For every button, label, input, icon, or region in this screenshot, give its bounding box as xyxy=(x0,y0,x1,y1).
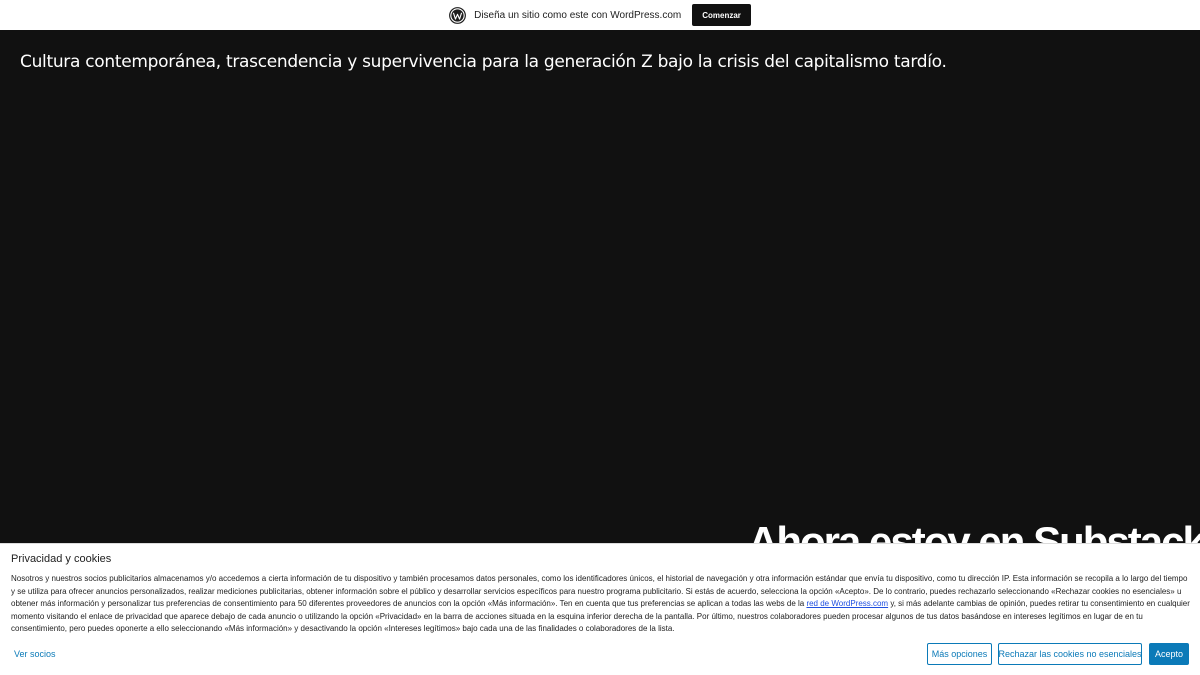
site-tagline: Cultura contemporánea, trascendencia y s… xyxy=(20,52,947,72)
wordpress-promo-bar: Diseña un sitio como este con WordPress.… xyxy=(0,0,1200,30)
accept-button[interactable]: Acepto xyxy=(1149,643,1189,665)
cookie-banner-text: Nosotros y nuestros socios publicitarios… xyxy=(11,573,1191,636)
reject-cookies-button[interactable]: Rechazar las cookies no esenciales xyxy=(998,643,1142,665)
promo-text: Diseña un sitio como este con WordPress.… xyxy=(474,9,682,21)
wordpress-network-link[interactable]: red de WordPress.com xyxy=(806,599,888,608)
cookie-banner: Privacidad y cookies Nosotros y nuestros… xyxy=(0,543,1200,675)
wordpress-logo-icon[interactable] xyxy=(449,6,467,24)
cookie-banner-title: Privacidad y cookies xyxy=(11,553,112,565)
view-partners-link[interactable]: Ver socios xyxy=(14,649,56,659)
start-button[interactable]: Comenzar xyxy=(692,4,751,26)
more-options-button[interactable]: Más opciones xyxy=(927,643,992,665)
